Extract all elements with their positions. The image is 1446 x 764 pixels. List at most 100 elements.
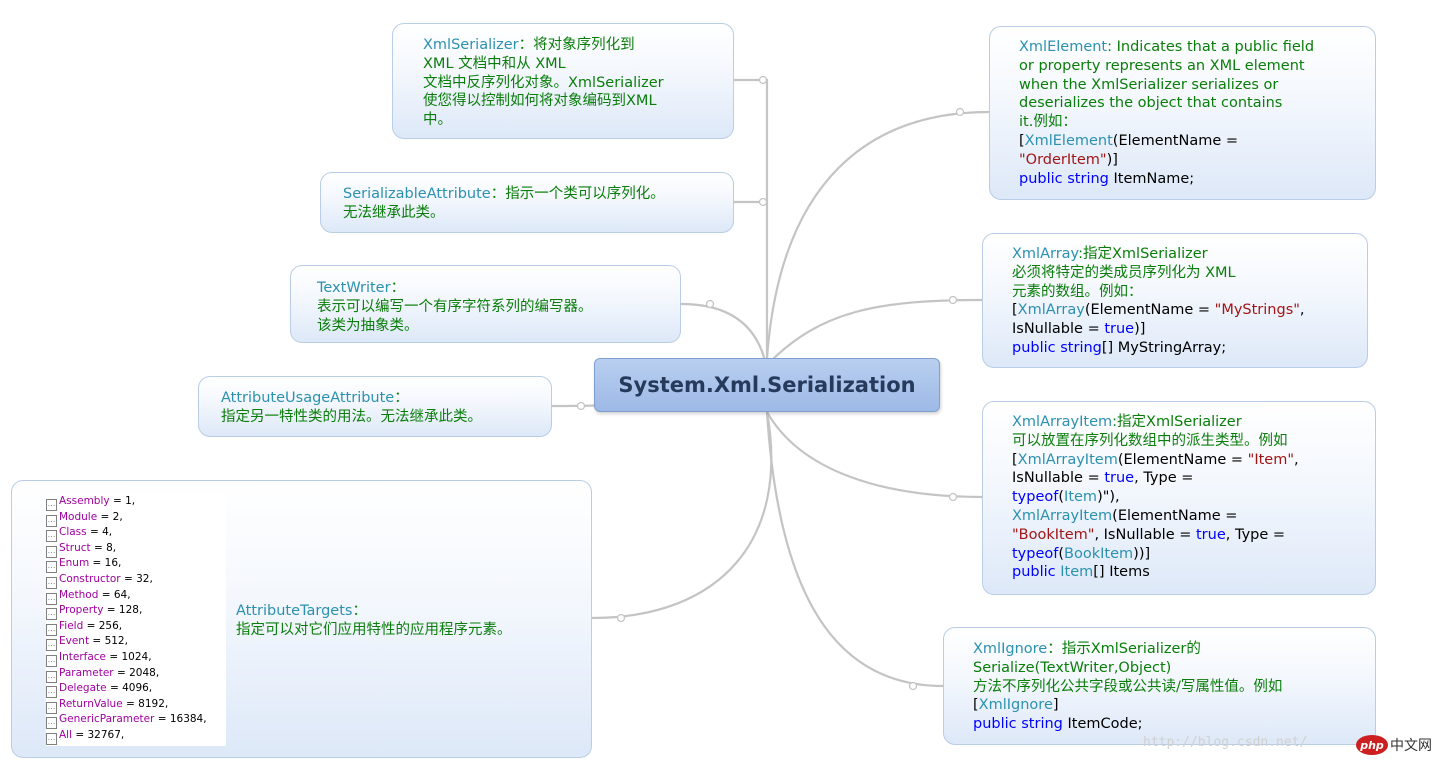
connector-dot: [758, 75, 768, 85]
node-attribute-usage-attribute[interactable]: AttributeUsageAttribute： 指定另一特性类的用法。无法继承此…: [198, 376, 552, 437]
text-line: 方法不序列化公共字段或公共读/写属性值。例如: [973, 678, 1282, 697]
text-run: : Indicates that a public field: [1107, 39, 1315, 55]
node-xmlignore[interactable]: XmlIgnore：指示XmlSerializer的 Serialize(Text…: [943, 627, 1376, 745]
connector-dot: [948, 492, 958, 502]
text-run: when the XmlSerializer serializes or: [1019, 76, 1279, 93]
text-run: ：指示一个类可以序列化。: [490, 186, 665, 202]
text-run: XmlArray: [1017, 302, 1085, 319]
text-line: or property represents an XML element: [1019, 57, 1314, 76]
text-run: AttributeUsageAttribute: [221, 390, 395, 406]
text-run: "MyStrings": [1214, 302, 1300, 319]
text-run: XmlElement: [1019, 39, 1108, 55]
text-run: true: [1104, 321, 1135, 338]
text-line: [XmlIgnore]: [973, 696, 1282, 715]
text-line: it.例如：: [1019, 113, 1314, 132]
node-text: XmlElement: Indicates that a public fiel…: [1019, 38, 1314, 188]
node-xmlelement[interactable]: XmlElement: Indicates that a public fiel…: [989, 26, 1376, 200]
node-textwriter[interactable]: TextWriter： 表示可以编写一个有序字符系列的编写器。 该类为抽象类。: [290, 265, 681, 343]
text-line: Serialize(TextWriter,Object): [973, 659, 1282, 678]
connector-dot: [758, 197, 768, 207]
connector-xmlarray: [766, 298, 983, 366]
text-run: (ElementName =: [1112, 132, 1239, 149]
text-line: AttributeTargets：: [236, 602, 512, 621]
node-text: XmlArray:指定XmlSerializer 必须将特定的类成员序列化为 XM…: [1012, 245, 1305, 358]
watermark-url: http://blog.csdn.net/: [1143, 735, 1308, 750]
connector-dot: [908, 681, 918, 691]
enum-item-value: = 16,: [89, 557, 122, 570]
text-run: 元素的数组。例如：: [1012, 283, 1143, 300]
text-run: 表示可以编写一个有序字符系列的编写器。: [317, 298, 593, 315]
enum-item: … ReturnValue = 8192,: [46, 697, 226, 714]
text-line: AttributeUsageAttribute：: [221, 389, 482, 408]
node-text: TextWriter： 表示可以编写一个有序字符系列的编写器。 该类为抽象类。: [317, 279, 593, 335]
text-line: XmlElement: Indicates that a public fiel…: [1019, 38, 1314, 57]
connector-xmlelement: [765, 110, 990, 359]
text-line: [XmlArrayItem(ElementName = "Item",: [1012, 451, 1299, 470]
text-line: public string ItemCode;: [973, 715, 1282, 734]
enum-item-value: = 2,: [97, 510, 123, 523]
text-run: ItemName;: [1108, 170, 1195, 187]
text-run: , Type =: [1225, 526, 1286, 543]
text-line: 指定另一特性类的用法。无法继承此类。: [221, 408, 482, 427]
text-run: 可以放置在序列化数组中的派生类型。例如: [1012, 432, 1288, 449]
text-run: , Type =: [1134, 470, 1194, 487]
enum-item: … Assembly = 1,: [46, 494, 226, 511]
node-xmlarray[interactable]: XmlArray:指定XmlSerializer 必须将特定的类成员序列化为 XM…: [982, 233, 1368, 368]
text-run: XmlArrayItem: [1012, 414, 1113, 430]
node-text: AttributeUsageAttribute： 指定另一特性类的用法。无法继承此…: [221, 389, 482, 427]
text-run: )]: [1106, 151, 1118, 168]
enum-item-name: Property: [59, 604, 104, 617]
text-run: XmlArray: [1012, 246, 1079, 262]
text-run: IsNullable =: [1012, 470, 1105, 487]
text-run: BookItem: [1064, 545, 1134, 562]
text-run: "Item": [1247, 451, 1295, 468]
enum-item-value: = 32,: [120, 572, 153, 585]
text-line: public string[] MyStringArray;: [1012, 339, 1305, 358]
node-text: XmlArrayItem:指定XmlSerializer 可以放置在序列化数组中的…: [1012, 413, 1299, 582]
enum-item-name: Interface: [59, 650, 107, 663]
node-xmlarrayitem[interactable]: XmlArrayItem:指定XmlSerializer 可以放置在序列化数组中的…: [982, 401, 1376, 595]
text-run: 指定可以对它们应用特性的应用程序元素。: [236, 621, 512, 638]
text-line: "OrderItem")]: [1019, 151, 1314, 170]
enum-item-name: Field: [59, 619, 84, 632]
connector-dot: [705, 299, 715, 309]
text-line: "BookItem", IsNullable = true, Type =: [1012, 526, 1299, 545]
text-line: SerializableAttribute：指示一个类可以序列化。: [343, 185, 665, 204]
enum-item-name: Constructor: [59, 572, 121, 585]
enum-item-value: = 1024,: [106, 650, 152, 663]
text-line: 可以放置在序列化数组中的派生类型。例如: [1012, 432, 1299, 451]
text-run: ：指示XmlSerializer的: [1047, 641, 1201, 657]
enum-item: … Event = 512,: [46, 634, 226, 652]
text-run: (ElementName =: [1117, 451, 1248, 468]
text-run: SerializableAttribute: [343, 186, 491, 202]
connector-attributetargets: [591, 411, 773, 620]
text-line: XmlArray:指定XmlSerializer: [1012, 245, 1305, 264]
text-run: :指定XmlSerializer: [1078, 246, 1208, 262]
text-run: Serialize(TextWriter,Object): [973, 659, 1172, 676]
text-line: 文档中反序列化对象。XmlSerializer: [423, 74, 664, 93]
enum-item-name: Method: [59, 588, 99, 601]
enum-item: … Enum = 16,: [46, 556, 226, 574]
enum-item-value: = 256,: [83, 619, 123, 632]
node-xmlserializer[interactable]: XmlSerializer：将对象序列化到 XML 文档中和从 XML 文档中反序列…: [392, 23, 734, 139]
text-run: 中。: [423, 112, 452, 129]
enum-item-name: Event: [59, 635, 90, 648]
text-run: )"),: [1097, 489, 1120, 506]
text-line: 中。: [423, 111, 664, 130]
enum-item-value: = 16384,: [154, 713, 207, 726]
php-logo-mark: php: [1356, 735, 1388, 755]
text-line: 使您得以控制如何将对象编码到XML: [423, 92, 664, 111]
text-run: , IsNullable =: [1094, 526, 1196, 543]
text-run: public: [1012, 564, 1056, 581]
text-line: XmlIgnore：指示XmlSerializer的: [973, 640, 1282, 659]
text-run: ：将对象序列化到: [518, 37, 635, 53]
enum-item-value: = 128,: [103, 604, 143, 617]
enum-item: … Constructor = 32,: [46, 572, 226, 589]
central-topic[interactable]: System.Xml.Serialization: [594, 358, 940, 412]
central-topic-title: System.Xml.Serialization: [618, 373, 916, 397]
text-run: [] Items: [1093, 564, 1150, 581]
node-serializable-attribute[interactable]: SerializableAttribute：指示一个类可以序列化。 无法继承此类。: [320, 172, 734, 233]
text-run: XmlIgnore: [973, 641, 1048, 657]
text-run: Item: [1064, 489, 1098, 506]
connector-dot: [948, 295, 958, 305]
